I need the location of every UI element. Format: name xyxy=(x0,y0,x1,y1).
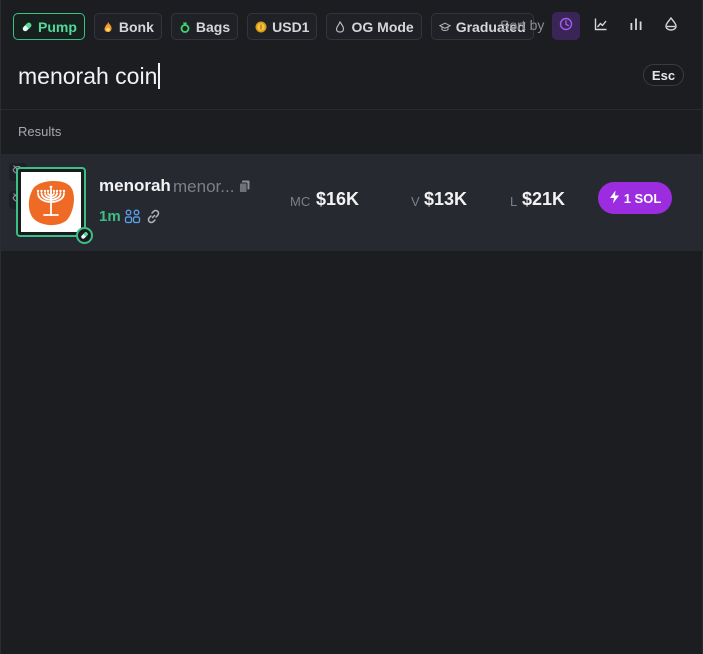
trend-line-icon xyxy=(594,17,608,36)
link-icon[interactable] xyxy=(146,209,161,229)
sort-by-time-button[interactable] xyxy=(552,12,580,40)
esc-button[interactable]: Esc xyxy=(643,64,684,86)
bag-icon xyxy=(179,21,191,33)
graduation-cap-icon xyxy=(438,21,451,33)
lightning-icon xyxy=(609,190,620,207)
menorah-logo xyxy=(21,172,81,232)
filter-label: Pump xyxy=(38,18,77,35)
filter-pump[interactable]: Pump xyxy=(13,13,85,40)
token-name: menorah xyxy=(99,176,171,195)
holders-icon[interactable] xyxy=(124,209,141,229)
results-heading: Results xyxy=(18,124,62,139)
search-input-value: menorah coin xyxy=(18,62,158,89)
token-ticker: menor... xyxy=(173,177,235,196)
filter-usd1[interactable]: USD1 xyxy=(247,13,318,40)
filter-label: USD1 xyxy=(272,18,310,35)
clock-icon xyxy=(559,17,573,36)
flame-icon xyxy=(334,20,346,33)
pill-icon xyxy=(21,21,33,33)
volume-label: V xyxy=(411,194,420,209)
search-panel: Pump Bonk Bags USD1 OG Mode Graduated So… xyxy=(0,0,703,654)
pill-icon xyxy=(80,227,89,245)
filter-label: Bonk xyxy=(118,18,154,35)
filter-og-mode[interactable]: OG Mode xyxy=(326,13,422,40)
filter-bonk[interactable]: Bonk xyxy=(93,13,162,40)
token-image[interactable] xyxy=(16,167,86,237)
volume-value: $13K xyxy=(424,189,468,209)
market-cap-label: MC xyxy=(290,194,311,209)
text-caret xyxy=(158,63,161,89)
quick-buy-button[interactable]: 1 SOL xyxy=(598,182,672,214)
divider xyxy=(1,109,703,110)
fire-icon xyxy=(102,21,114,33)
filter-bar: Pump Bonk Bags USD1 OG Mode Graduated xyxy=(13,13,534,40)
coin-icon xyxy=(255,21,267,33)
pump-badge xyxy=(76,227,93,244)
token-age: 1m xyxy=(99,208,121,225)
market-cap-value: $16K xyxy=(316,189,360,209)
sort-by-label: Sort by xyxy=(500,17,545,33)
filter-label: Bags xyxy=(195,18,231,35)
liquidity-value: $21K xyxy=(522,189,566,209)
quick-buy-label: 1 SOL xyxy=(623,190,662,206)
sort-by-volume-button[interactable] xyxy=(622,12,650,40)
sort-by-liquidity-button[interactable] xyxy=(657,12,685,40)
liquidity-label: L xyxy=(510,194,518,209)
sort-by-trend-button[interactable] xyxy=(587,12,615,40)
liquidity-drop-icon xyxy=(664,16,678,36)
filter-label: OG Mode xyxy=(351,18,414,35)
copy-icon[interactable] xyxy=(239,180,250,198)
search-input[interactable]: menorah coin xyxy=(18,60,618,92)
bar-chart-icon xyxy=(629,17,643,36)
filter-bags[interactable]: Bags xyxy=(170,13,239,40)
